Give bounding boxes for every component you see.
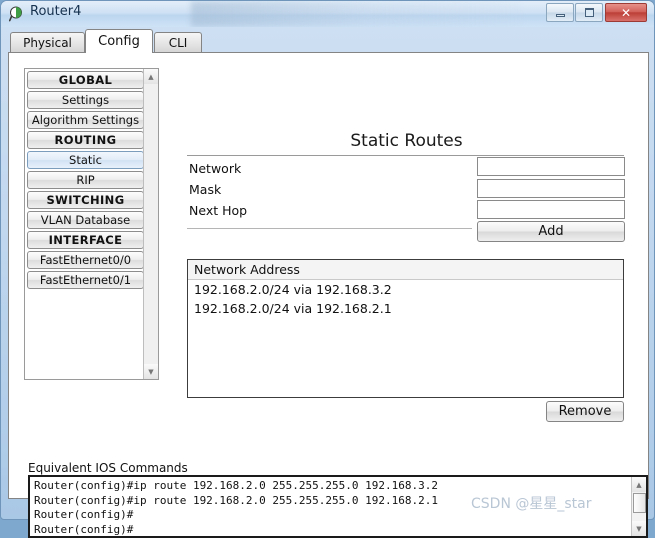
ios-commands-text: Router(config)#ip route 192.168.2.0 255.…: [34, 479, 630, 536]
ios-command-line: Router(config)#: [34, 522, 134, 536]
static-routes-list[interactable]: Network Address 192.168.2.0/24 via 192.1…: [187, 259, 624, 398]
mask-label: Mask: [189, 182, 222, 197]
table-row[interactable]: 192.168.2.0/24 via 192.168.2.1: [188, 299, 623, 318]
sidebar-item-rip-label: RIP: [76, 173, 95, 187]
sidebar-item-static[interactable]: Static: [27, 151, 144, 169]
sidebar-item-interface-label: INTERFACE: [48, 233, 123, 247]
tab-cli[interactable]: CLI: [154, 32, 202, 53]
add-button[interactable]: Add: [477, 221, 625, 242]
remove-button[interactable]: Remove: [546, 401, 624, 422]
sidebar-item-fastethernet0-1[interactable]: FastEthernet0/1: [27, 271, 144, 289]
mask-input[interactable]: [477, 179, 625, 198]
add-button-label: Add: [538, 224, 564, 239]
sidebar-item-settings[interactable]: Settings: [27, 91, 144, 109]
tab-physical[interactable]: Physical: [10, 32, 85, 53]
ios-scrollbar-thumb[interactable]: [633, 493, 646, 513]
window-title: Router4: [30, 4, 82, 19]
minimize-button[interactable]: [546, 3, 574, 22]
network-label: Network: [189, 161, 242, 176]
maximize-icon: [576, 4, 602, 21]
remove-button-label: Remove: [558, 404, 612, 419]
maximize-button[interactable]: [575, 3, 603, 22]
sidebar-item-switching-label: SWITCHING: [46, 193, 125, 207]
title-bar-glass-blur: [191, 1, 521, 27]
title-divider: [187, 155, 624, 156]
network-input[interactable]: [477, 157, 625, 176]
sidebar-item-routing[interactable]: ROUTING: [27, 131, 144, 149]
sidebar-item-fastethernet0-0-label: FastEthernet0/0: [39, 253, 132, 267]
ios-command-line: Router(config)#ip route 192.168.2.0 255.…: [34, 493, 438, 507]
page-title: Static Routes: [350, 131, 463, 151]
route-entry-label: 192.168.2.0/24 via 192.168.3.2: [194, 282, 392, 297]
sidebar-item-static-label: Static: [69, 153, 102, 167]
sidebar-item-fastethernet0-0[interactable]: FastEthernet0/0: [27, 251, 144, 269]
router-config-window: Router4 ✕ Physical Config CLI GLOBAL Set…: [0, 0, 655, 538]
sidebar-item-list: GLOBAL Settings Algorithm Settings ROUTI…: [27, 71, 144, 291]
sidebar-scroll-up-icon[interactable]: ▲: [144, 69, 158, 84]
tab-physical-label: Physical: [23, 36, 72, 50]
ios-command-line: Router(config)#: [34, 508, 134, 521]
tab-config-label: Config: [98, 34, 140, 49]
route-list-column-header-label: Network Address: [194, 262, 300, 277]
sidebar-item-vlan-database[interactable]: VLAN Database: [27, 211, 144, 229]
config-panel: GLOBAL Settings Algorithm Settings ROUTI…: [8, 52, 649, 538]
sidebar-item-interface[interactable]: INTERFACE: [27, 231, 144, 249]
sidebar-item-global[interactable]: GLOBAL: [27, 71, 144, 89]
route-entry-label: 192.168.2.0/24 via 192.168.2.1: [194, 301, 392, 316]
sidebar-item-algorithm-settings[interactable]: Algorithm Settings: [27, 111, 144, 129]
table-row[interactable]: 192.168.2.0/24 via 192.168.3.2: [188, 280, 623, 299]
sidebar-scrollbar[interactable]: ▲ ▼: [143, 69, 158, 379]
sidebar-item-rip[interactable]: RIP: [27, 171, 144, 189]
sidebar-item-routing-label: ROUTING: [54, 133, 117, 147]
sidebar-item-global-label: GLOBAL: [58, 73, 113, 87]
next-hop-label: Next Hop: [189, 203, 248, 218]
ios-commands-label: Equivalent IOS Commands: [28, 461, 188, 475]
config-sidebar: GLOBAL Settings Algorithm Settings ROUTI…: [24, 68, 159, 380]
next-hop-input[interactable]: [477, 200, 625, 219]
ios-commands-console[interactable]: Router(config)#ip route 192.168.2.0 255.…: [28, 475, 648, 538]
ios-scroll-up-icon[interactable]: ▲: [632, 477, 646, 492]
ios-scroll-down-icon[interactable]: ▼: [632, 521, 646, 536]
sidebar-item-vlan-database-label: VLAN Database: [40, 213, 131, 227]
sidebar-item-algorithm-settings-label: Algorithm Settings: [31, 113, 140, 127]
route-list-column-header: Network Address: [188, 260, 623, 280]
tab-strip: Physical Config CLI: [8, 28, 649, 53]
close-icon: ✕: [620, 5, 632, 20]
ios-console-scrollbar[interactable]: ▲ ▼: [631, 477, 646, 536]
packet-tracer-router-icon: [9, 6, 22, 22]
tab-cli-label: CLI: [168, 36, 188, 50]
form-divider: [187, 228, 472, 229]
close-button[interactable]: ✕: [605, 3, 647, 22]
title-bar: Router4 ✕: [1, 1, 654, 27]
sidebar-item-fastethernet0-1-label: FastEthernet0/1: [39, 273, 132, 287]
ios-command-line: Router(config)#ip route 192.168.2.0 255.…: [34, 479, 438, 492]
sidebar-scroll-down-icon[interactable]: ▼: [144, 364, 158, 379]
tab-config[interactable]: Config: [85, 29, 153, 53]
sidebar-item-switching[interactable]: SWITCHING: [27, 191, 144, 209]
sidebar-item-settings-label: Settings: [61, 93, 110, 107]
minimize-icon: [547, 4, 573, 21]
